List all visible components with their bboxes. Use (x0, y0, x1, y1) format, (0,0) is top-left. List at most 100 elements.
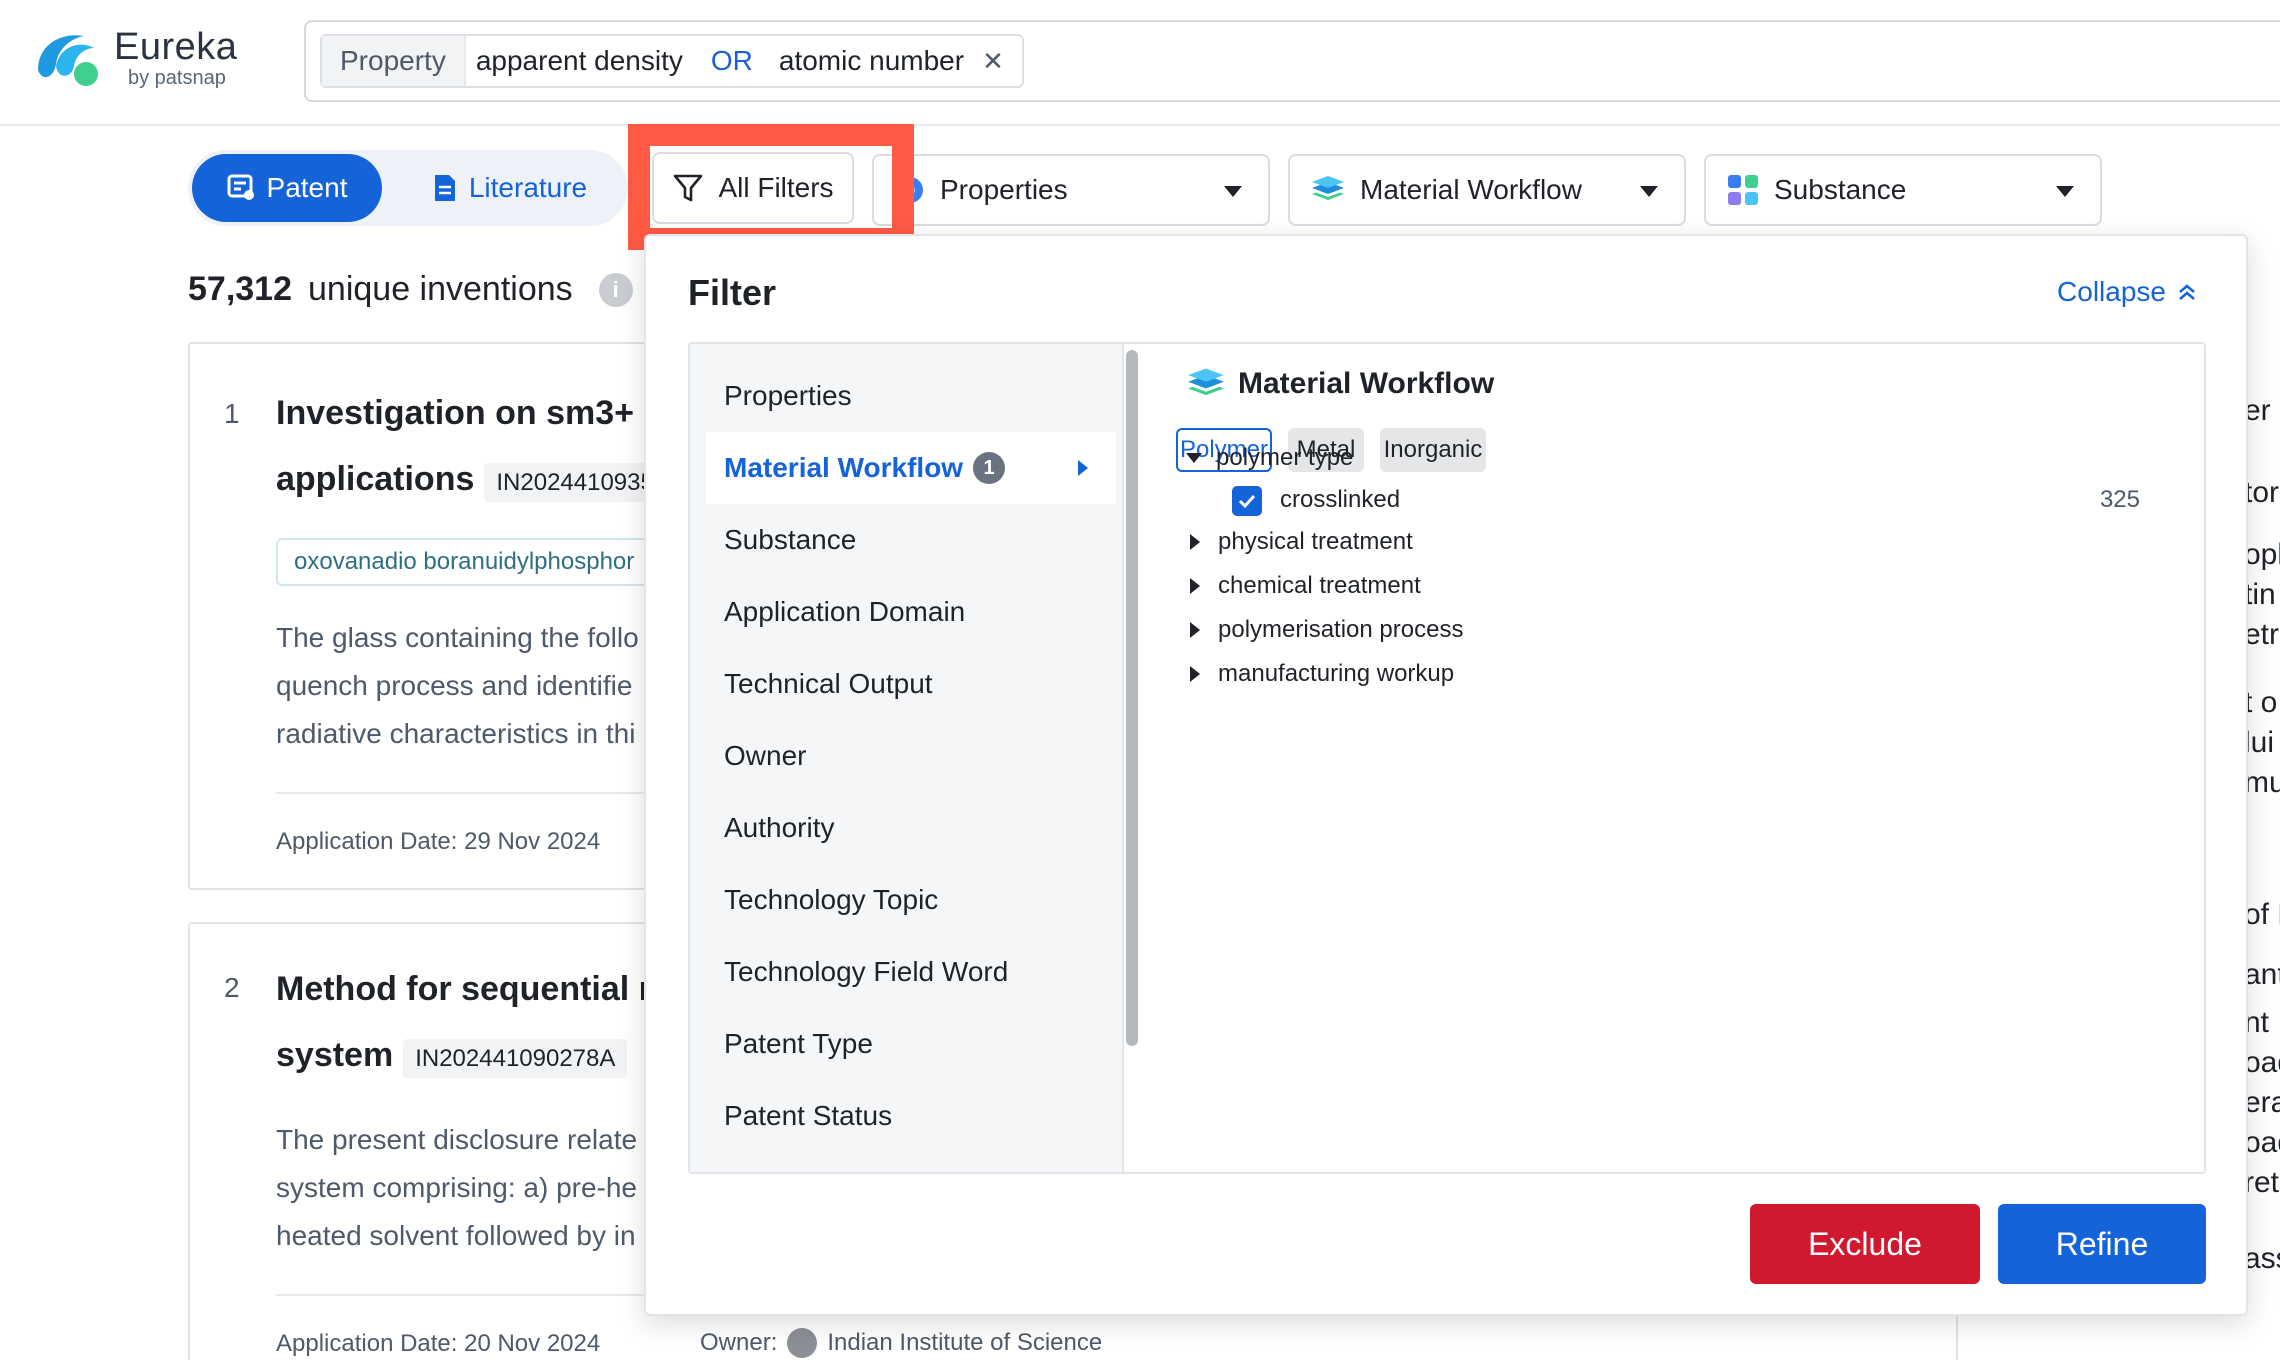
tree-node-physical-treatment[interactable]: physical treatment (1186, 528, 1413, 556)
eureka-logo[interactable]: Eureka by patsnap (32, 26, 237, 90)
material-workflow-dropdown[interactable]: Material Workflow (1288, 154, 1686, 226)
clipped-text: ant (2244, 958, 2280, 992)
exclude-button[interactable]: Exclude (1750, 1204, 1980, 1284)
filter-category-patent-status[interactable]: Patent Status (706, 1080, 1116, 1152)
publication-id: IN2024410935 (484, 463, 665, 502)
filter-category-technology-topic[interactable]: Technology Topic (706, 864, 1116, 936)
top-bar: Eureka by patsnap Property apparent dens… (0, 0, 2280, 126)
publication-id: IN202441090278A (403, 1039, 627, 1078)
chip-key: Property (322, 36, 466, 86)
filter-category-material-workflow[interactable]: Material Workflow 1 (706, 432, 1116, 504)
owner-avatar (787, 1328, 817, 1358)
caret-right-icon (1190, 578, 1200, 594)
filter-panel: Filter Collapse Properties Material Work… (644, 234, 2248, 1316)
clipped-text: of N (2244, 898, 2280, 932)
info-icon[interactable]: i (599, 273, 633, 307)
tab-patent-label: Patent (267, 172, 348, 204)
clipped-text: tin (2244, 578, 2276, 612)
all-filters-button[interactable]: All Filters (652, 152, 854, 224)
result-number: 2 (224, 972, 240, 1004)
close-icon[interactable]: ✕ (976, 46, 1022, 77)
nav-scrollbar[interactable] (1124, 346, 1138, 1046)
clipped-text: oad (2244, 1126, 2280, 1160)
section-title: Material Workflow (1186, 366, 1494, 402)
clipped-text: mu (2244, 766, 2280, 800)
caret-right-icon (1190, 622, 1200, 638)
all-filters-label: All Filters (718, 172, 833, 204)
chip-value-2: atomic number (769, 45, 976, 77)
abstract-line: The present disclosure relate (276, 1116, 637, 1164)
patent-icon (227, 173, 257, 203)
refine-button[interactable]: Refine (1998, 1204, 2206, 1284)
layers-icon (1186, 366, 1226, 402)
chevron-down-icon (1640, 186, 1658, 197)
filter-category-technology-field-word[interactable]: Technology Field Word (706, 936, 1116, 1008)
substance-dropdown-label: Substance (1774, 174, 1906, 206)
caret-right-icon (1190, 666, 1200, 682)
literature-icon (431, 173, 459, 203)
clipped-text: tor (2244, 476, 2279, 510)
result-title-line1[interactable]: Method for sequential re (276, 970, 671, 1009)
properties-dropdown-label: Properties (940, 174, 1068, 206)
layers-icon (1310, 174, 1346, 206)
clipped-text: oad (2244, 1046, 2280, 1080)
clipped-text: opl (2244, 538, 2280, 572)
collapse-button[interactable]: Collapse (2057, 276, 2198, 308)
pill-inorganic[interactable]: Inorganic (1380, 428, 1486, 472)
search-bar[interactable]: Property apparent density OR atomic numb… (304, 20, 2280, 102)
tree-node-polymerisation-process[interactable]: polymerisation process (1186, 616, 1463, 644)
tree-node-polymer-type[interactable]: polymer type (1186, 444, 1353, 472)
tree-node-manufacturing-workup[interactable]: manufacturing workup (1186, 660, 1454, 688)
scrollbar-thumb[interactable] (1126, 350, 1138, 1046)
checkbox-label[interactable]: crosslinked (1280, 486, 1400, 514)
clipped-text: lui (2244, 726, 2274, 760)
source-toggle: Patent Literature (188, 150, 628, 226)
filter-category-technical-output[interactable]: Technical Output (706, 648, 1116, 720)
filter-category-authority[interactable]: Authority (706, 792, 1116, 864)
tab-patent[interactable]: Patent (192, 154, 382, 222)
result-title-line1[interactable]: Investigation on sm3+ do (276, 394, 685, 433)
clipped-text: etr (2244, 618, 2279, 652)
chevron-down-icon (1224, 186, 1242, 197)
tab-literature-label: Literature (469, 172, 587, 204)
check-icon (1237, 491, 1257, 511)
properties-icon (894, 174, 926, 206)
search-chip: Property apparent density OR atomic numb… (320, 34, 1024, 88)
result-number: 1 (224, 398, 240, 430)
substance-tag[interactable]: oxovanadio boranuidylphosphor (276, 538, 652, 586)
abstract-line: heated solvent followed by in (276, 1212, 636, 1260)
checkbox-count: 325 (2100, 486, 2140, 514)
caret-right-icon (1078, 460, 1088, 476)
collapse-label: Collapse (2057, 276, 2166, 308)
result-title-line2[interactable]: applicationsIN2024410935 (276, 460, 666, 499)
brand-name: Eureka (114, 27, 237, 67)
substance-dropdown[interactable]: Substance (1704, 154, 2102, 226)
abstract-line: system comprising: a) pre-he (276, 1164, 637, 1212)
owner-label: Owner: (700, 1329, 777, 1357)
filter-category-patent-type[interactable]: Patent Type (706, 1008, 1116, 1080)
chevron-down-icon (2056, 186, 2074, 197)
filter-panel-body: Properties Material Workflow 1 Substance… (688, 342, 2206, 1174)
result-title-line2[interactable]: systemIN202441090278A (276, 1036, 627, 1075)
selected-count-badge: 1 (973, 452, 1005, 484)
checkbox-crosslinked[interactable] (1232, 486, 1262, 516)
filter-category-application-domain[interactable]: Application Domain (706, 576, 1116, 648)
double-chevron-up-icon (2176, 281, 2198, 303)
filter-category-substance[interactable]: Substance (706, 504, 1116, 576)
filter-panel-title: Filter (688, 272, 776, 314)
owner-name[interactable]: Indian Institute of Science (827, 1329, 1102, 1357)
clipped-text: ret (2244, 1166, 2279, 1200)
tab-literature[interactable]: Literature (406, 154, 612, 222)
tree-node-chemical-treatment[interactable]: chemical treatment (1186, 572, 1421, 600)
clipped-text: er (2244, 394, 2271, 428)
chip-operator: OR (695, 45, 769, 77)
eureka-logo-icon (32, 26, 104, 90)
filter-category-properties[interactable]: Properties (706, 360, 1116, 432)
clipped-text: ass (2244, 1242, 2280, 1276)
filter-category-owner[interactable]: Owner (706, 720, 1116, 792)
caret-down-icon (1186, 453, 1202, 463)
result-count-number: 57,312 (188, 270, 292, 309)
properties-dropdown[interactable]: Properties (872, 154, 1270, 226)
clipped-text: era (2244, 1086, 2280, 1120)
filter-icon (672, 172, 704, 204)
